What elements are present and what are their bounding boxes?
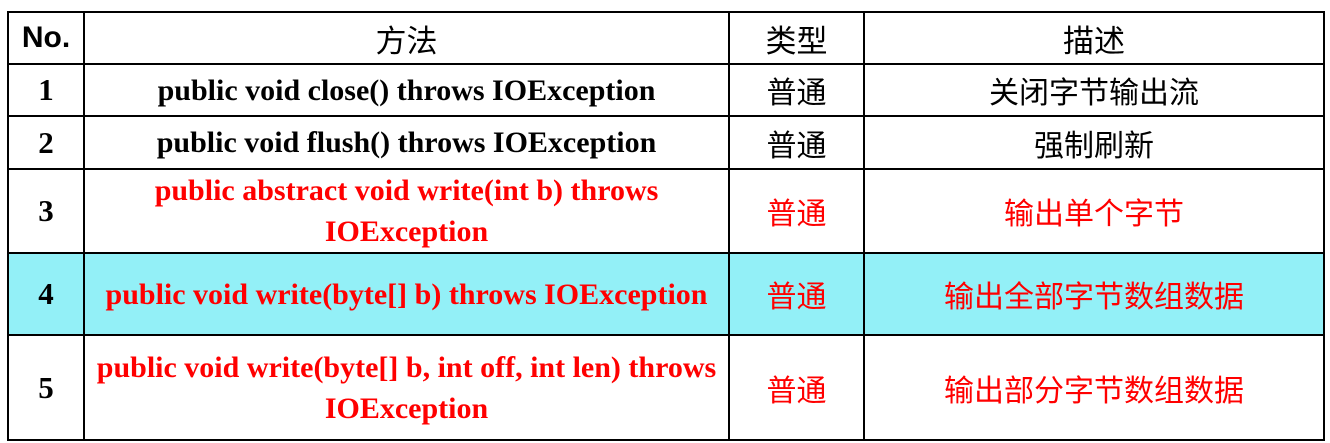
method-signature: public void close() throws IOException (83, 63, 730, 117)
table-header-row: No. 方法 类型 描述 (7, 11, 1325, 65)
table-row-highlighted: 4 public void write(byte[] b) throws IOE… (7, 252, 1325, 336)
method-signature: public void write(byte[] b, int off, int… (83, 334, 730, 441)
method-signature: public void write(byte[] b) throws IOExc… (83, 252, 730, 336)
method-description: 输出单个字节 (863, 168, 1325, 254)
header-type: 类型 (728, 11, 865, 65)
method-type: 普通 (728, 63, 865, 117)
method-description: 输出全部字节数组数据 (863, 252, 1325, 336)
method-description: 关闭字节输出流 (863, 63, 1325, 117)
method-signature: public void flush() throws IOException (83, 115, 730, 170)
method-type: 普通 (728, 334, 865, 441)
method-description: 强制刷新 (863, 115, 1325, 170)
row-number: 1 (7, 63, 85, 117)
method-type: 普通 (728, 168, 865, 254)
table-row: 5 public void write(byte[] b, int off, i… (7, 334, 1325, 441)
table-row: 2 public void flush() throws IOException… (7, 115, 1325, 170)
table-row: 3 public abstract void write(int b) thro… (7, 168, 1325, 254)
method-type: 普通 (728, 115, 865, 170)
method-description: 输出部分字节数组数据 (863, 334, 1325, 441)
header-desc: 描述 (863, 11, 1325, 65)
row-number: 5 (7, 334, 85, 441)
row-number: 4 (7, 252, 85, 336)
table-row: 1 public void close() throws IOException… (7, 63, 1325, 117)
header-no: No. (7, 11, 85, 65)
method-signature: public abstract void write(int b) throws… (83, 168, 730, 254)
header-method: 方法 (83, 11, 730, 65)
methods-table: No. 方法 类型 描述 1 public void close() throw… (7, 11, 1325, 441)
row-number: 3 (7, 168, 85, 254)
method-type: 普通 (728, 252, 865, 336)
row-number: 2 (7, 115, 85, 170)
